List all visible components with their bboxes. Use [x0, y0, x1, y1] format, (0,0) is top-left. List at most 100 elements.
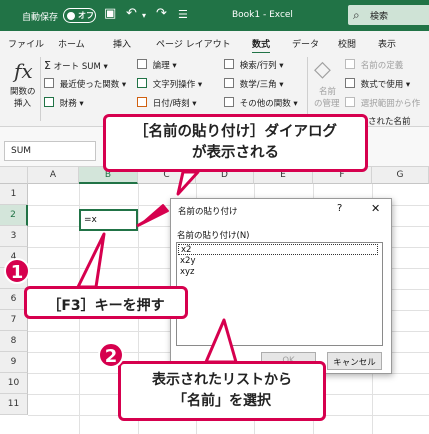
- tab-page-layout[interactable]: ページ レイアウト: [156, 37, 231, 50]
- callout-line: 「名前」を選択: [173, 393, 271, 409]
- defined-names-group-label: された名前: [368, 117, 411, 127]
- tab-formulas[interactable]: 数式: [252, 37, 271, 54]
- redo-icon[interactable]: ↷: [156, 6, 167, 21]
- chevron-down-icon: ▾: [121, 80, 127, 90]
- create-from-selection-label: 選択範囲から作: [360, 99, 421, 109]
- callout-line: 表示されたリストから: [152, 372, 292, 388]
- document-title: Book1 - Excel: [232, 10, 293, 20]
- autosum-button[interactable]: Σ オート SUM ▾: [44, 59, 108, 72]
- define-name-label: 名前の定義: [360, 61, 404, 71]
- column-header-a[interactable]: A: [28, 167, 79, 184]
- define-name-icon: [345, 59, 355, 69]
- lookup-icon: [224, 59, 234, 69]
- chevron-down-icon: ▾: [405, 80, 411, 90]
- toggle-knob: [67, 12, 75, 20]
- tab-home[interactable]: ホーム: [58, 37, 85, 50]
- lookup-label: 検索/行列: [239, 61, 277, 71]
- step1-badge: 1: [4, 258, 30, 284]
- create-from-selection-icon: [345, 97, 355, 107]
- list-item[interactable]: x2y: [178, 256, 378, 267]
- tab-view[interactable]: 表示: [378, 37, 396, 50]
- more-functions-label: その他の関数: [239, 99, 291, 109]
- paste-name-dialog: 名前の貼り付け ? ✕ 名前の貼り付け(N) x2 x2y xyz OK キャン…: [170, 198, 392, 374]
- chevron-down-icon: ▾: [279, 80, 284, 90]
- column-header-g[interactable]: G: [372, 167, 429, 184]
- cancel-button[interactable]: キャンセル: [327, 352, 382, 370]
- autosave-state: オフ: [78, 11, 94, 20]
- define-name-button[interactable]: 名前の定義: [345, 59, 403, 71]
- autosave-label: 自動保存: [22, 13, 59, 23]
- row-header-10[interactable]: 10: [0, 373, 28, 394]
- undo-icon[interactable]: ↶: [126, 6, 137, 21]
- text-label: 文字列操作: [152, 80, 196, 90]
- tab-review[interactable]: 校閲: [338, 37, 356, 50]
- chevron-down-icon: ▾: [103, 62, 108, 72]
- ribbon-tabs: ファイル ホーム 挿入 ページ レイアウト 数式 データ 校閲 表示: [0, 31, 429, 54]
- use-in-formula-button[interactable]: 数式で使用 ▾: [345, 78, 410, 90]
- list-item[interactable]: x2: [178, 244, 378, 255]
- datetime-label: 日付/時刻: [152, 99, 190, 109]
- tab-insert[interactable]: 挿入: [113, 37, 131, 50]
- close-icon[interactable]: ✕: [371, 202, 380, 215]
- math-icon: [224, 78, 234, 88]
- select-all-corner[interactable]: [0, 167, 28, 184]
- more-functions-icon: [224, 97, 234, 107]
- tag-icon: ◇: [314, 57, 331, 82]
- search-placeholder: 検索: [370, 12, 389, 22]
- chevron-down-icon: ▾: [192, 99, 197, 109]
- recent-functions-button[interactable]: 最近使った関数 ▾: [44, 78, 126, 90]
- logical-button[interactable]: 論理 ▾: [137, 59, 177, 71]
- math-label: 数学/三角: [239, 80, 277, 90]
- row-header-2[interactable]: 2: [0, 205, 28, 226]
- use-in-formula-icon: [345, 78, 355, 88]
- ribbon-divider: [40, 57, 41, 121]
- title-bar: 自動保存 オフ ▣ ↶ ▾ ↷ ☰ Book1 - Excel ⌕ 検索: [0, 0, 429, 31]
- math-button[interactable]: 数学/三角 ▾: [224, 78, 284, 90]
- chevron-down-icon: ▾: [197, 80, 203, 90]
- logical-icon: [137, 59, 147, 69]
- help-button[interactable]: ?: [337, 203, 342, 214]
- recent-functions-label: 最近使った関数: [59, 80, 120, 90]
- fx-icon: fx: [14, 59, 33, 83]
- logical-label: 論理: [152, 61, 170, 71]
- use-in-formula-label: 数式で使用: [360, 80, 404, 90]
- step1-callout: ［F3］キーを押す: [24, 286, 188, 319]
- row-header-8[interactable]: 8: [0, 331, 28, 352]
- search-box[interactable]: ⌕ 検索: [348, 5, 429, 25]
- text-icon: [137, 78, 147, 88]
- tab-file[interactable]: ファイル: [8, 37, 44, 50]
- customize-qat-icon[interactable]: ☰: [178, 8, 188, 21]
- undo-dropdown-icon[interactable]: ▾: [142, 11, 146, 20]
- list-item[interactable]: xyz: [178, 267, 378, 278]
- financial-label: 財務: [59, 99, 77, 109]
- names-listbox[interactable]: x2 x2y xyz: [176, 242, 383, 346]
- star-icon: [44, 78, 54, 88]
- name-manager-label-2: の管理: [314, 99, 340, 109]
- financial-button[interactable]: 財務 ▾: [44, 97, 84, 109]
- insert-function-label-1: 関数の: [10, 87, 36, 97]
- more-functions-button[interactable]: その他の関数 ▾: [224, 97, 298, 109]
- row-header-9[interactable]: 9: [0, 352, 28, 373]
- lookup-button[interactable]: 検索/行列 ▾: [224, 59, 284, 71]
- row-header-11[interactable]: 11: [0, 394, 28, 415]
- text-button[interactable]: 文字列操作 ▾: [137, 78, 202, 90]
- datetime-button[interactable]: 日付/時刻 ▾: [137, 97, 197, 109]
- dialog-appears-callout: ［名前の貼り付け］ダイアログ が表示される: [103, 114, 368, 172]
- callout-line: ［名前の貼り付け］ダイアログ: [134, 124, 337, 140]
- step2-badge: 2: [98, 342, 124, 368]
- chevron-down-icon: ▾: [279, 61, 284, 71]
- row-header-3[interactable]: 3: [0, 226, 28, 247]
- search-icon: ⌕: [353, 8, 360, 22]
- create-from-selection-button[interactable]: 選択範囲から作: [345, 97, 420, 109]
- save-icon[interactable]: ▣: [104, 6, 116, 21]
- name-box[interactable]: SUM: [4, 141, 96, 161]
- row-header-1[interactable]: 1: [0, 184, 28, 205]
- financial-icon: [44, 97, 54, 107]
- name-manager-label-1: 名前: [319, 87, 337, 97]
- active-cell-b2[interactable]: =x: [79, 209, 138, 231]
- chevron-down-icon: ▾: [79, 99, 84, 109]
- insert-function-label-2: 挿入: [14, 99, 32, 109]
- tab-data[interactable]: データ: [292, 37, 319, 50]
- autosave-toggle[interactable]: オフ: [63, 8, 96, 23]
- callout-line: が表示される: [192, 145, 279, 161]
